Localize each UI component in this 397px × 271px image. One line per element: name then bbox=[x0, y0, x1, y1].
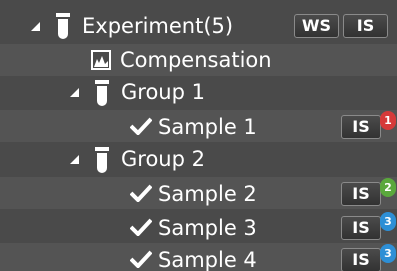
tree-row-sample4[interactable]: Sample 4 IS 3 bbox=[0, 243, 397, 271]
tree-row-sample3[interactable]: Sample 3 IS 3 bbox=[0, 211, 397, 243]
count-badge: 2 bbox=[380, 178, 396, 197]
tube-icon bbox=[95, 147, 109, 173]
chart-icon bbox=[91, 50, 111, 70]
is-button[interactable]: IS bbox=[341, 182, 381, 206]
count-badge: 3 bbox=[380, 212, 396, 231]
is-button[interactable]: IS bbox=[343, 14, 388, 38]
tree-row-sample1[interactable]: Sample 1 IS 1 bbox=[0, 110, 397, 142]
count-badge: 1 bbox=[380, 111, 396, 130]
tree-row-sample2[interactable]: Sample 2 IS 2 bbox=[0, 177, 397, 209]
tube-icon bbox=[56, 13, 70, 39]
checkmark-icon bbox=[130, 250, 152, 268]
expand-arrow-icon[interactable] bbox=[70, 155, 79, 164]
tree-row-experiment[interactable]: Experiment(5) WS IS bbox=[0, 10, 397, 42]
tree-item-label: Compensation bbox=[120, 48, 272, 72]
tree-row-group1[interactable]: Group 1 bbox=[0, 76, 397, 108]
tree-item-label: Group 1 bbox=[121, 80, 205, 104]
tree-item-label: Sample 4 bbox=[158, 248, 257, 271]
tree-item-label: Experiment(5) bbox=[82, 14, 234, 38]
is-button[interactable]: IS bbox=[341, 115, 381, 139]
tree-item-label: Group 2 bbox=[121, 147, 205, 171]
tree-row-group2[interactable]: Group 2 bbox=[0, 143, 397, 175]
checkmark-icon bbox=[130, 184, 152, 202]
tree-item-label: Sample 1 bbox=[158, 115, 257, 139]
experiment-tree: Experiment(5) WS IS Compensation Group 1… bbox=[0, 0, 397, 271]
tree-item-label: Sample 3 bbox=[158, 216, 257, 240]
expand-arrow-icon[interactable] bbox=[31, 22, 40, 31]
tube-icon bbox=[95, 80, 109, 106]
checkmark-icon bbox=[130, 117, 152, 135]
count-badge: 3 bbox=[380, 244, 396, 263]
tree-row-compensation[interactable]: Compensation bbox=[0, 44, 397, 76]
expand-arrow-icon[interactable] bbox=[70, 88, 79, 97]
checkmark-icon bbox=[130, 218, 152, 236]
is-button[interactable]: IS bbox=[341, 216, 381, 240]
tree-item-label: Sample 2 bbox=[158, 182, 257, 206]
ws-button[interactable]: WS bbox=[294, 14, 339, 38]
is-button[interactable]: IS bbox=[341, 248, 381, 271]
